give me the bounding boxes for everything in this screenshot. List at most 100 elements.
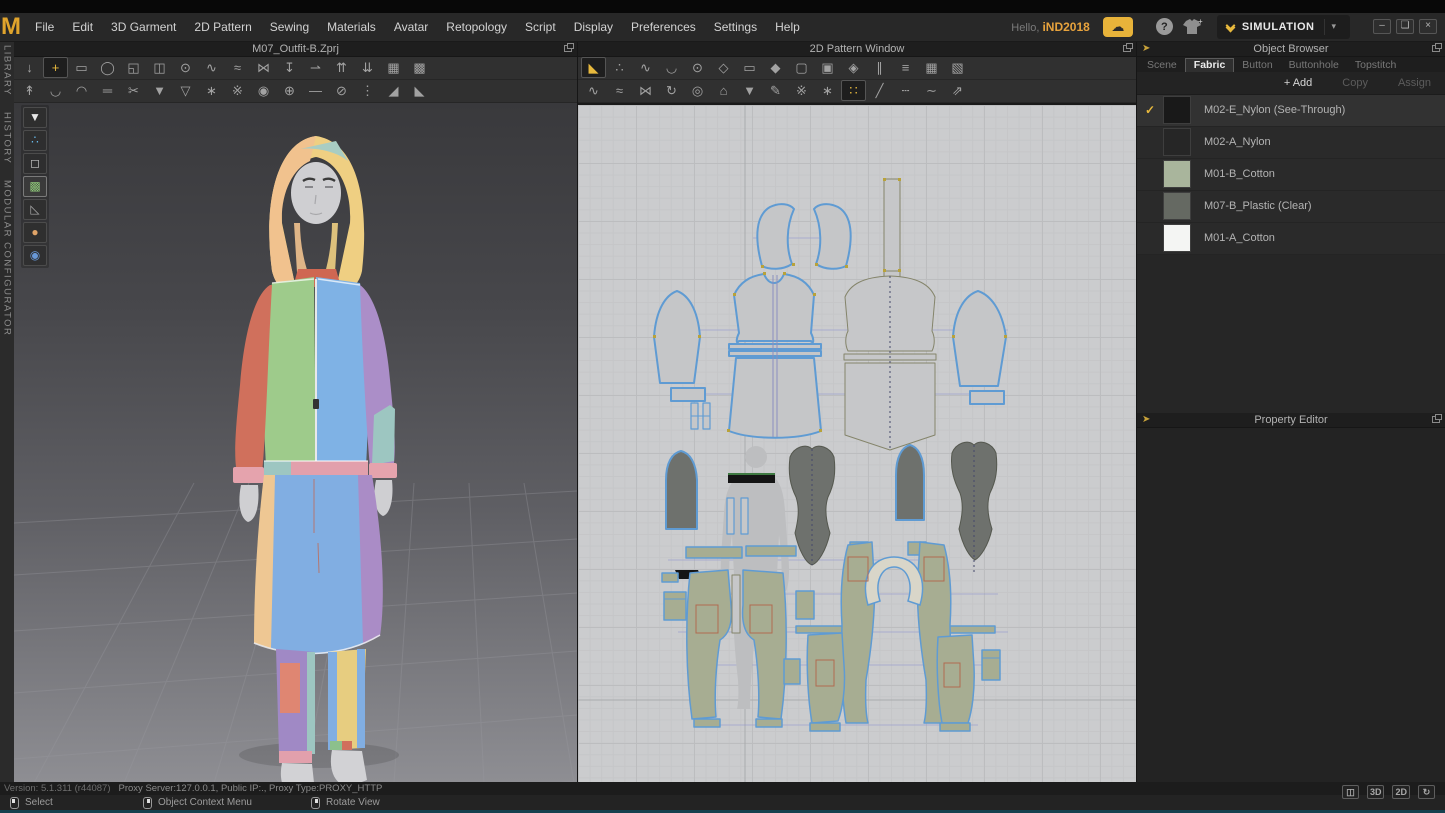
fabric-pen-icon[interactable]: ✎ (763, 80, 788, 101)
2d-view-button[interactable]: 2D (1392, 785, 1410, 799)
tack-on-avatar-icon[interactable]: ⇀ (303, 57, 328, 78)
split-view-button[interactable]: ◫ (1342, 785, 1359, 799)
menu-display[interactable]: Display (565, 20, 622, 34)
pleats-icon[interactable]: ∥ (867, 57, 892, 78)
add-point-icon[interactable]: ⊙ (685, 57, 710, 78)
add-garment-icon[interactable]: + (1182, 18, 1204, 36)
fabric-item-m01-a-cotton[interactable]: ✓ M01-A_Cotton (1137, 223, 1445, 255)
seamline-icon[interactable]: ┄ (893, 80, 918, 101)
tab-buttonhole[interactable]: Buttonhole (1281, 58, 1347, 72)
3d-view-button[interactable]: 3D (1367, 785, 1385, 799)
reset-arrangement-icon[interactable]: ⇊ (355, 57, 380, 78)
minimize-button[interactable]: – (1373, 19, 1391, 34)
restore-button[interactable]: ❏ (1396, 19, 1414, 34)
show-texture-icon[interactable]: ∷ (841, 80, 866, 101)
fit-garment-icon[interactable]: ▼ (147, 80, 172, 101)
menu-file[interactable]: File (26, 20, 63, 34)
symmetry-pattern-icon[interactable]: ∗ (815, 80, 840, 101)
edit-curve-point-icon[interactable]: ◡ (659, 57, 684, 78)
pin-icon[interactable]: ➤ (1142, 43, 1150, 54)
trim-scissors-icon[interactable]: ✂ (121, 80, 146, 101)
buttonhole-icon[interactable]: ⊕ (277, 80, 302, 101)
popout-property-editor-icon[interactable] (1432, 416, 1440, 423)
pin-lasso-icon[interactable]: ⊙ (173, 57, 198, 78)
select-move-icon[interactable]: + (43, 57, 68, 78)
menu-3d-garment[interactable]: 3D Garment (102, 20, 185, 34)
tab-button[interactable]: Button (1234, 58, 1280, 72)
help-icon[interactable]: ? (1156, 18, 1173, 35)
measure-tape-icon[interactable]: ═ (95, 80, 120, 101)
menu-preferences[interactable]: Preferences (622, 20, 705, 34)
viewport-3d[interactable]: ▼∴◻▩◺●◉ (14, 103, 577, 782)
button-place-icon[interactable]: ◉ (251, 80, 276, 101)
transform-feature-icon[interactable]: ◱ (121, 57, 146, 78)
tab-scene[interactable]: Scene (1139, 58, 1185, 72)
tab-fabric[interactable]: Fabric (1185, 58, 1235, 72)
show-3d-grid-icon[interactable]: ▦ (381, 57, 406, 78)
mn-sewing-icon[interactable]: ⋈ (251, 57, 276, 78)
tape-attach-icon[interactable]: ◡ (43, 80, 68, 101)
tack-line-icon[interactable]: — (303, 80, 328, 101)
reset-view-button[interactable]: ↻ (1418, 785, 1435, 799)
dart-shield-icon[interactable]: ◈ (841, 57, 866, 78)
elastic-icon[interactable]: ∼ (919, 80, 944, 101)
segment-sewing-2d-icon[interactable]: ∿ (581, 80, 606, 101)
fabric-item-m01-b-cotton[interactable]: ✓ M01-B_Cotton (1137, 159, 1445, 191)
show-2d-grid-icon[interactable]: ▦ (919, 57, 944, 78)
rectangle-icon[interactable]: ▭ (737, 57, 762, 78)
pattern-3d-icon[interactable]: ※ (225, 80, 250, 101)
pattern-canvas-2d[interactable] (578, 103, 1136, 782)
menu-settings[interactable]: Settings (705, 20, 766, 34)
polygon-icon[interactable]: ◇ (711, 57, 736, 78)
iron-icon[interactable]: ⌂ (711, 80, 736, 101)
shrinkage-icon[interactable]: ▼ (737, 80, 762, 101)
dart-icon[interactable]: ◆ (763, 57, 788, 78)
fabric-item-m02-a-nylon[interactable]: ✓ M02-A_Nylon (1137, 127, 1445, 159)
show-garment-icon[interactable]: ▼ (23, 107, 47, 128)
tab-topstitch[interactable]: Topstitch (1347, 58, 1404, 72)
free-sewing-icon[interactable]: ≈ (225, 57, 250, 78)
menu-2d-pattern[interactable]: 2D Pattern (185, 20, 260, 34)
menu-materials[interactable]: Materials (318, 20, 385, 34)
show-avatar-icon[interactable]: ● (23, 222, 47, 243)
fold-strength-icon[interactable]: ◣ (407, 80, 432, 101)
select-mesh-icon[interactable]: ▭ (69, 57, 94, 78)
assign-fabric-button[interactable]: Assign (1398, 77, 1431, 89)
show-environment-icon[interactable]: ◉ (23, 245, 47, 266)
menu-retopology[interactable]: Retopology (437, 20, 516, 34)
simulate-icon[interactable]: ↓ (17, 57, 42, 78)
edit-sewing-icon[interactable]: ↻ (659, 80, 684, 101)
pin-icon[interactable]: ↧ (277, 57, 302, 78)
menu-script[interactable]: Script (516, 20, 565, 34)
tape-detach-icon[interactable]: ◠ (69, 80, 94, 101)
rail-tab-history[interactable]: HISTORY (2, 112, 13, 164)
pattern-image-icon[interactable]: ▣ (815, 57, 840, 78)
add-fabric-button[interactable]: + Add (1284, 77, 1312, 89)
fabric-item-m02-e-nylon-see-through[interactable]: ✓ M02-E_Nylon (See-Through) (1137, 95, 1445, 127)
fold-angle-icon[interactable]: ◢ (381, 80, 406, 101)
monochrome-surface-icon[interactable]: ◺ (23, 199, 47, 220)
edit-curvature-icon[interactable]: ∿ (633, 57, 658, 78)
pleats-fold-icon[interactable]: ≡ (893, 57, 918, 78)
shrink-garment-icon[interactable]: ▽ (173, 80, 198, 101)
menu-sewing[interactable]: Sewing (261, 20, 318, 34)
edit-pattern-icon[interactable]: ∴ (607, 57, 632, 78)
menu-avatar[interactable]: Avatar (385, 20, 437, 34)
simulation-dropdown-caret[interactable]: ▾ (1324, 19, 1342, 35)
show-3d-mesh-icon[interactable]: ▩ (407, 57, 432, 78)
fold-arrangement-icon[interactable]: ⇈ (329, 57, 354, 78)
baseline-icon[interactable]: ╱ (867, 80, 892, 101)
cloud-icon[interactable]: ☁ (1103, 17, 1133, 37)
avatar-pose-icon[interactable]: ↟ (17, 80, 42, 101)
copy-fabric-button[interactable]: Copy (1342, 77, 1368, 89)
trace-icon[interactable]: ▢ (789, 57, 814, 78)
rail-tab-library[interactable]: LIBRARY (2, 45, 13, 96)
free-sewing-2d-icon[interactable]: ≈ (607, 80, 632, 101)
fabric-item-m07-b-plastic-clear[interactable]: ✓ M07-B_Plastic (Clear) (1137, 191, 1445, 223)
zipper-lock-icon[interactable]: ⊘ (329, 80, 354, 101)
menu-edit[interactable]: Edit (63, 20, 102, 34)
textured-surface-icon[interactable]: ▩ (23, 176, 47, 197)
segment-sewing-icon[interactable]: ∿ (199, 57, 224, 78)
zipper-icon[interactable]: ⋮ (355, 80, 380, 101)
popout-object-browser-icon[interactable] (1432, 45, 1440, 52)
